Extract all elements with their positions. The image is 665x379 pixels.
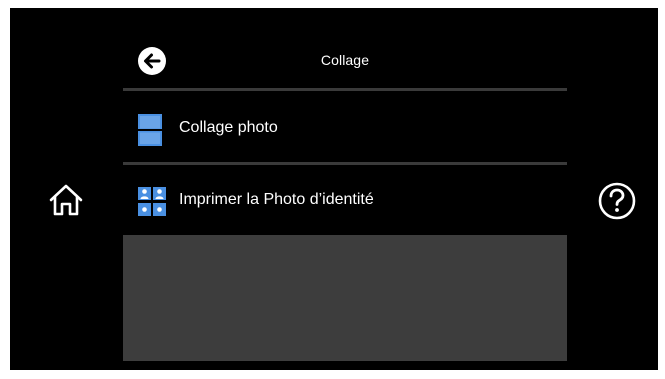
home-button[interactable]: [43, 180, 89, 224]
header: Collage: [123, 38, 567, 94]
help-button[interactable]: [594, 180, 640, 226]
printer-screen: Collage Collage photo Imprimer la Photo …: [10, 8, 658, 370]
help-icon: [597, 181, 637, 226]
header-divider: [123, 88, 567, 91]
home-icon: [48, 183, 84, 222]
id-photo-icon: [137, 186, 167, 220]
menu-item-label: Collage photo: [179, 119, 278, 136]
menu-divider: [123, 162, 567, 165]
menu-item-label: Imprimer la Photo d’identité: [179, 191, 374, 208]
collage-photo-icon: [137, 113, 163, 147]
menu-item-id-photo[interactable]: Imprimer la Photo d’identité: [123, 168, 567, 234]
menu-item-collage-photo[interactable]: Collage photo: [123, 96, 567, 162]
empty-list-area: [123, 235, 567, 361]
page-title: Collage: [320, 52, 370, 68]
